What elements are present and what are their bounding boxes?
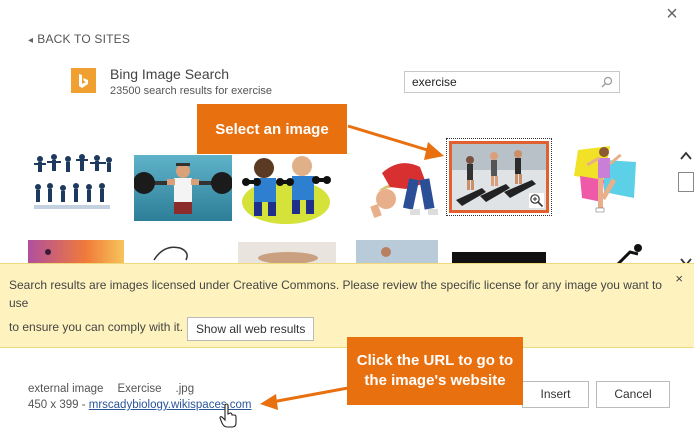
back-to-sites-label: BACK TO SITES: [37, 32, 131, 46]
cartoon-dumbbells-image: [240, 150, 332, 226]
cancel-button[interactable]: Cancel: [596, 381, 670, 408]
click-url-callout: Click the URL to go to the image's websi…: [347, 337, 523, 405]
result-thumbnail[interactable]: [356, 240, 438, 264]
banner-close-icon[interactable]: ×: [675, 271, 683, 286]
cartoon-figure-image: [608, 242, 648, 264]
scroll-up-icon[interactable]: [680, 150, 692, 164]
search-box[interactable]: [404, 71, 620, 93]
bing-logo-icon: [71, 68, 96, 93]
insert-button[interactable]: Insert: [522, 381, 589, 408]
result-thumbnail[interactable]: [30, 151, 114, 215]
result-thumbnail[interactable]: [28, 240, 124, 264]
click-url-callout-line2: the image's website: [364, 372, 506, 389]
result-thumbnail[interactable]: [240, 150, 332, 226]
click-url-callout-line1: Click the URL to go to: [356, 352, 514, 369]
image-dimensions: 450 x 399 -: [28, 399, 86, 411]
search-input[interactable]: [405, 75, 595, 89]
license-text-line2: to ensure you can comply with it.: [9, 320, 184, 334]
result-count: 23500 search results for exercise: [110, 85, 273, 97]
show-all-web-results-button[interactable]: Show all web results: [187, 317, 315, 341]
result-thumbnail[interactable]: [150, 242, 192, 264]
result-thumbnail[interactable]: [574, 140, 638, 220]
license-info-banner: Search results are images licensed under…: [0, 263, 694, 348]
insert-pictures-dialog: × ◂ BACK TO SITES Bing Image Search 23500…: [0, 0, 694, 438]
chevron-left-icon: ◂: [28, 35, 34, 46]
result-thumbnail[interactable]: [238, 242, 336, 264]
man-stretching-image: [356, 240, 438, 264]
image-extension: .jpg: [175, 383, 195, 395]
selected-result-thumbnail[interactable]: [449, 141, 549, 213]
close-dialog-button[interactable]: ×: [662, 4, 682, 24]
aerobics-woman-image: [574, 140, 638, 220]
results-scrollbar[interactable]: [676, 150, 694, 280]
back-to-sites-link[interactable]: ◂ BACK TO SITES: [28, 32, 130, 46]
provider-name: Bing Image Search: [110, 66, 230, 82]
zoom-in-icon[interactable]: [529, 193, 544, 208]
weightlifter-image: [134, 155, 232, 221]
image-title: Exercise: [117, 383, 162, 395]
sketch-image: [150, 242, 192, 264]
search-icon[interactable]: [601, 76, 613, 88]
child-stretching-image: [350, 153, 442, 223]
result-thumbnail[interactable]: [350, 153, 442, 223]
license-text-line1: Search results are images licensed under…: [9, 278, 662, 310]
sunset-runner-image: [28, 240, 124, 264]
select-image-callout: Select an image: [197, 104, 347, 154]
woman-exercising-image: [238, 242, 336, 264]
result-thumbnail[interactable]: [608, 242, 648, 264]
scroll-thumb[interactable]: [678, 172, 694, 192]
athletes-silhouettes-image: [30, 151, 114, 215]
provider-header: Bing Image Search 23500 search results f…: [71, 66, 272, 97]
selected-result-frame[interactable]: [446, 138, 552, 216]
license-info-text: Search results are images licensed under…: [9, 276, 669, 342]
hand-cursor-icon: [219, 403, 237, 428]
selected-image-info: external image Exercise .jpg 450 x 399 - m…: [28, 381, 252, 413]
image-source-type: external image: [28, 383, 104, 395]
result-thumbnail[interactable]: [134, 155, 232, 221]
callout-arrow-icon: [260, 386, 349, 410]
